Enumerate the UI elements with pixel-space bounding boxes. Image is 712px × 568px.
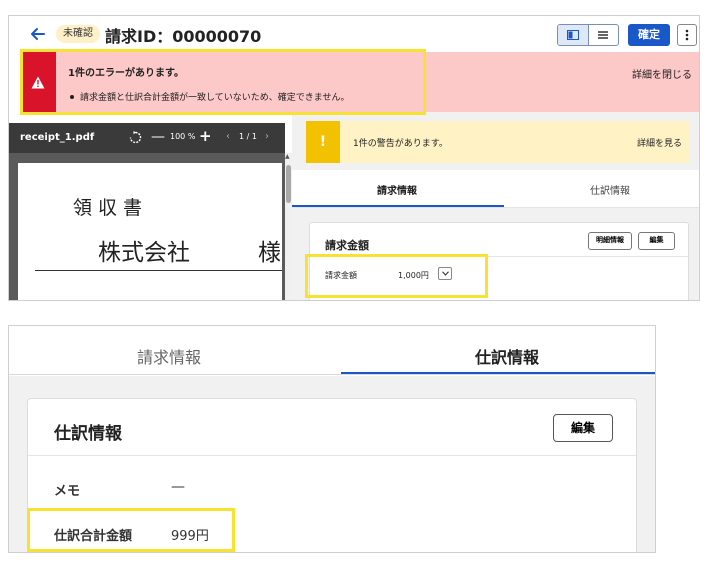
tab-invoice-info[interactable]: 請求情報 xyxy=(377,182,417,197)
billing-amount-label: 請求金額 xyxy=(325,271,357,280)
pdf-viewer-toolbar: receipt_1.pdf — 100 % + ‹ 1 / 1 › xyxy=(9,123,285,153)
viewer-scrollbar[interactable]: ▲ xyxy=(285,153,292,300)
close-details-link[interactable]: 詳細を閉じる xyxy=(632,66,692,81)
warning-icon: ! xyxy=(306,121,340,163)
list-view-button[interactable] xyxy=(589,25,619,45)
pdf-viewer-area[interactable]: 領収書 株式会社 様 xyxy=(9,153,292,300)
card-title: 請求金額 xyxy=(325,239,369,252)
receipt-honorific: 様 xyxy=(258,240,281,266)
status-badge: 未確認 xyxy=(56,25,100,43)
confirm-button[interactable]: 確定 xyxy=(628,24,670,46)
error-icon-box xyxy=(20,52,56,112)
arrow-left-icon[interactable] xyxy=(29,25,47,43)
receipt-title: 領収書 xyxy=(73,197,149,219)
receipt-company: 株式会社 xyxy=(98,240,190,266)
warning-title: 1件の警告があります。 xyxy=(353,139,448,149)
error-title: 1件のエラーがあります。 xyxy=(68,68,184,79)
memo-label: メモ xyxy=(54,484,81,499)
page-header: 未確認 請求ID：00000070 確定 xyxy=(9,16,699,52)
alert-triangle-icon xyxy=(31,76,45,88)
active-tab-indicator xyxy=(292,205,504,207)
expand-button[interactable] xyxy=(438,267,452,280)
chevron-down-icon xyxy=(441,271,449,276)
card-title: 仕訳情報 xyxy=(54,424,122,444)
view-details-link[interactable]: 詳細を見る xyxy=(637,136,682,149)
tab-journal-info[interactable]: 仕訳情報 xyxy=(590,182,630,197)
scroll-up-arrow-icon[interactable]: ▲ xyxy=(285,153,290,160)
zoom-level: 100 % xyxy=(170,132,196,141)
tab-bar-large: 請求情報 仕訳情報 xyxy=(9,326,655,376)
vertical-dots-icon xyxy=(685,29,689,41)
warning-banner: ! 1件の警告があります。 詳細を見る xyxy=(306,121,690,163)
scrollbar-thumb[interactable] xyxy=(286,165,291,203)
billing-amount-value: 1,000円 xyxy=(398,271,429,280)
journal-total-label: 仕訳合計金額 xyxy=(54,529,133,544)
memo-value: — xyxy=(171,479,185,495)
page-indicator: 1 / 1 xyxy=(239,132,257,141)
tab-bar: 請求情報 仕訳情報 xyxy=(292,170,699,208)
chevron-left-icon[interactable]: ‹ xyxy=(226,131,230,142)
edit-button[interactable]: 編集 xyxy=(638,232,675,250)
journal-total-value: 999円 xyxy=(171,529,209,544)
divider xyxy=(28,455,636,456)
view-toggle xyxy=(557,24,619,46)
billing-amount-card: 請求金額 明細情報 編集 請求金額 1,000円 xyxy=(309,222,689,300)
split-view-icon xyxy=(566,30,579,40)
pdf-filename: receipt_1.pdf xyxy=(20,132,95,143)
tab-journal-info[interactable]: 仕訳情報 xyxy=(475,344,539,368)
page-title: 請求ID：00000070 xyxy=(105,27,262,46)
tab-invoice-info[interactable]: 請求情報 xyxy=(137,344,201,368)
zoom-in-icon[interactable]: + xyxy=(199,129,212,144)
chevron-right-icon[interactable]: › xyxy=(265,131,269,142)
list-icon xyxy=(598,31,609,39)
error-message: 請求金額と仕訳合計金額が一致していないため、確定できません。 xyxy=(69,90,349,103)
error-banner: 1件のエラーがあります。 請求金額と仕訳合計金額が一致していないため、確定できま… xyxy=(20,52,699,112)
journal-info-zoom: 請求情報 仕訳情報 仕訳情報 編集 メモ — 仕訳合計金額 999円 xyxy=(8,325,656,553)
right-pane: ! 1件の警告があります。 詳細を見る 請求情報 仕訳情報 請求金額 明細情報 … xyxy=(292,112,699,300)
zoom-out-icon[interactable]: — xyxy=(151,130,165,144)
divider xyxy=(310,256,688,257)
receipt-underline xyxy=(35,270,282,271)
pdf-page: 領収書 株式会社 様 xyxy=(18,163,282,300)
tab-bar-border xyxy=(9,374,655,375)
invoice-detail-screen: 未確認 請求ID：00000070 確定 1件のエラーがあります。 請求金額と仕… xyxy=(8,15,700,301)
active-tab-indicator xyxy=(341,372,655,374)
line-items-button[interactable]: 明細情報 xyxy=(588,232,632,250)
more-options-button[interactable] xyxy=(677,24,697,46)
edit-button[interactable]: 編集 xyxy=(553,414,613,442)
journal-info-card: 仕訳情報 編集 メモ — 仕訳合計金額 999円 xyxy=(27,398,637,552)
rotate-icon[interactable] xyxy=(129,131,142,144)
split-view-button[interactable] xyxy=(558,25,589,45)
